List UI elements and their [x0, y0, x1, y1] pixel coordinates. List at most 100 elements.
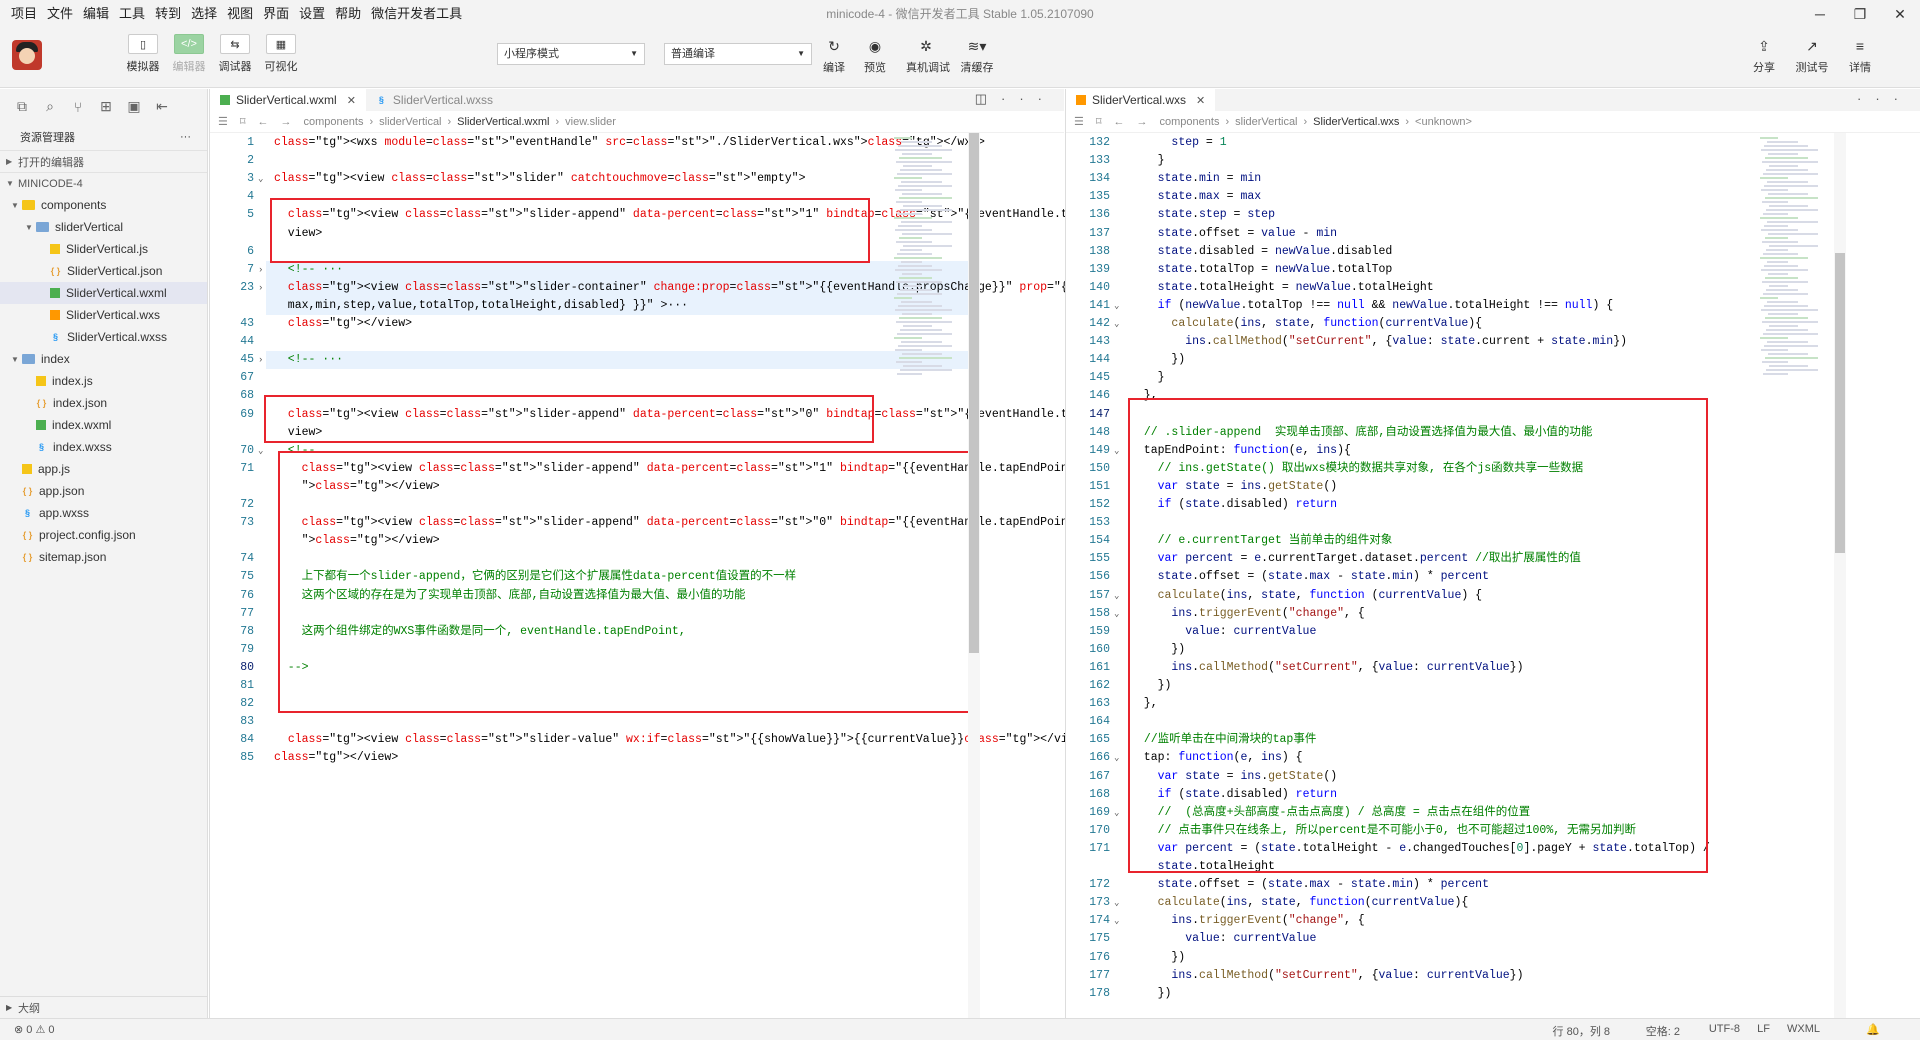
- tree-item[interactable]: { } SliderVertical.json: [0, 260, 207, 282]
- remote-debug-button[interactable]: ✲ 真机调试: [906, 36, 950, 75]
- menu-item[interactable]: 选择: [186, 0, 222, 28]
- tree-item[interactable]: { } app.json: [0, 480, 207, 502]
- mode-select[interactable]: 小程序模式 ▼: [497, 43, 645, 65]
- minimize-icon[interactable]: ─: [1800, 0, 1840, 28]
- avatar[interactable]: [12, 40, 42, 70]
- tree-item[interactable]: { } project.config.json: [0, 524, 207, 546]
- close-icon[interactable]: ✕: [347, 94, 356, 107]
- notification-icon[interactable]: 🔔: [1866, 1023, 1880, 1036]
- list-icon[interactable]: ☰: [218, 115, 228, 128]
- vertical-scrollbar[interactable]: [1834, 133, 1846, 1018]
- fold-expanded-icon[interactable]: ⌄: [1114, 605, 1124, 623]
- more-icon[interactable]: ···: [180, 131, 191, 143]
- fold-expanded-icon[interactable]: ⌄: [258, 442, 268, 460]
- extensions-icon[interactable]: ▣: [120, 98, 148, 115]
- close-window-icon[interactable]: ✕: [1880, 0, 1920, 28]
- project-section[interactable]: ▼ MINICODE-4: [0, 172, 207, 194]
- tab-slidervertical-wxss[interactable]: § SliderVertical.wxss: [366, 89, 503, 111]
- list-icon[interactable]: ☰: [1074, 115, 1084, 128]
- more-icon[interactable]: ···: [1857, 91, 1912, 106]
- indent-setting[interactable]: 空格: 2: [1646, 1023, 1680, 1039]
- maximize-icon[interactable]: ❐: [1840, 0, 1880, 28]
- menu-item[interactable]: 设置: [294, 0, 330, 28]
- cursor-position[interactable]: 行 80，列 8: [1553, 1023, 1610, 1039]
- fold-expanded-icon[interactable]: ⌄: [258, 170, 268, 188]
- tree-item[interactable]: § app.wxss: [0, 502, 207, 524]
- tree-item[interactable]: § index.wxss: [0, 436, 207, 458]
- forward-icon[interactable]: →: [1137, 116, 1148, 128]
- fold-collapsed-icon[interactable]: ›: [258, 351, 268, 369]
- fold-expanded-icon[interactable]: ⌄: [1114, 587, 1124, 605]
- tree-item[interactable]: SliderVertical.js: [0, 238, 207, 260]
- tab-slidervertical-wxs[interactable]: SliderVertical.wxs ✕: [1066, 89, 1216, 111]
- editor-button[interactable]: </> 编辑器: [166, 34, 212, 74]
- tree-item[interactable]: { } sitemap.json: [0, 546, 207, 568]
- close-icon[interactable]: ✕: [1196, 94, 1205, 107]
- code-area[interactable]: 1 class="tg"><wxs module=class="st">"even…: [210, 133, 1178, 1018]
- files-icon[interactable]: ⧉: [8, 98, 36, 115]
- tree-item[interactable]: SliderVertical.wxml: [0, 282, 207, 304]
- menu-item[interactable]: 转到: [150, 0, 186, 28]
- back-icon[interactable]: ←: [258, 116, 269, 128]
- fold-expanded-icon[interactable]: ⌄: [1114, 804, 1124, 822]
- more-icon[interactable]: ···: [1001, 91, 1056, 106]
- bookmark-icon[interactable]: ⌑: [240, 115, 246, 128]
- tree-item[interactable]: § SliderVertical.wxss: [0, 326, 207, 348]
- details-button[interactable]: ≡ 详情: [1840, 36, 1880, 75]
- minimap[interactable]: [1756, 133, 1826, 1018]
- fold-expanded-icon[interactable]: ⌄: [1114, 894, 1124, 912]
- problems-indicator[interactable]: ⊗ 0 ⚠ 0: [14, 1023, 55, 1036]
- search-icon[interactable]: ⌕: [36, 98, 64, 115]
- fold-expanded-icon[interactable]: ⌄: [1114, 442, 1124, 460]
- fold-expanded-icon[interactable]: ⌄: [1114, 912, 1124, 930]
- menu-item[interactable]: 视图: [222, 0, 258, 28]
- preview-button[interactable]: ◉ 预览: [855, 36, 895, 75]
- language-mode[interactable]: WXML: [1787, 1023, 1820, 1035]
- compile-mode-select[interactable]: 普通编译 ▼: [664, 43, 812, 65]
- menu-item[interactable]: 界面: [258, 0, 294, 28]
- fold-collapsed-icon[interactable]: ›: [258, 261, 268, 279]
- tree-item[interactable]: index.wxml: [0, 414, 207, 436]
- forward-icon[interactable]: →: [281, 116, 292, 128]
- menu-item[interactable]: 工具: [114, 0, 150, 28]
- outline-section[interactable]: ▶ 大纲: [0, 996, 208, 1018]
- tree-item[interactable]: { } index.json: [0, 392, 207, 414]
- menu-item[interactable]: 微信开发者工具: [366, 0, 467, 28]
- tree-item[interactable]: ▼ sliderVertical: [0, 216, 207, 238]
- menu-item[interactable]: 帮助: [330, 0, 366, 28]
- menu-item[interactable]: 编辑: [78, 0, 114, 28]
- tree-item[interactable]: SliderVertical.wxs: [0, 304, 207, 326]
- simulator-button[interactable]: ▯ 模拟器: [120, 34, 166, 74]
- collapse-icon[interactable]: ⇤: [148, 98, 176, 115]
- menu-item[interactable]: 项目: [6, 0, 42, 28]
- clear-cache-button[interactable]: ≋▾ 清缓存: [957, 36, 997, 75]
- share-button[interactable]: ⇪ 分享: [1744, 36, 1784, 75]
- fold-collapsed-icon[interactable]: ›: [258, 279, 268, 297]
- test-account-button[interactable]: ↗ 测试号: [1792, 36, 1832, 75]
- tree-item[interactable]: ▼ components: [0, 194, 207, 216]
- vertical-scrollbar[interactable]: [968, 133, 980, 1018]
- debugger-button[interactable]: ⇆ 调试器: [212, 34, 258, 74]
- tab-slidervertical-wxml[interactable]: SliderVertical.wxml ✕: [210, 89, 366, 111]
- line-ending[interactable]: LF: [1757, 1023, 1770, 1035]
- visualize-button[interactable]: ▦ 可视化: [258, 34, 304, 74]
- open-editors-section[interactable]: ▶ 打开的编辑器: [0, 150, 207, 172]
- back-icon[interactable]: ←: [1114, 116, 1125, 128]
- menu-item[interactable]: 文件: [42, 0, 78, 28]
- split-editor-icon[interactable]: ◫: [975, 91, 1001, 106]
- bookmark-icon[interactable]: ⌑: [1096, 115, 1102, 128]
- debug-icon[interactable]: ⊞: [92, 98, 120, 115]
- tree-item[interactable]: ▼ index: [0, 348, 207, 370]
- fold-expanded-icon[interactable]: ⌄: [1114, 749, 1124, 767]
- compile-button[interactable]: ↻ 编译: [814, 36, 854, 75]
- fold-expanded-icon[interactable]: ⌄: [1114, 315, 1124, 333]
- tree-item[interactable]: index.js: [0, 370, 207, 392]
- tree-item[interactable]: app.js: [0, 458, 207, 480]
- code-area[interactable]: 132 step = 1 133 } 134 state.min = min 135 …: [1066, 133, 1920, 1018]
- scrollbar-thumb[interactable]: [969, 133, 979, 653]
- minimap[interactable]: [890, 133, 960, 1018]
- git-icon[interactable]: ⑂: [64, 99, 92, 115]
- scrollbar-thumb[interactable]: [1835, 253, 1845, 553]
- encoding[interactable]: UTF-8: [1709, 1023, 1740, 1035]
- fold-expanded-icon[interactable]: ⌄: [1114, 297, 1124, 315]
